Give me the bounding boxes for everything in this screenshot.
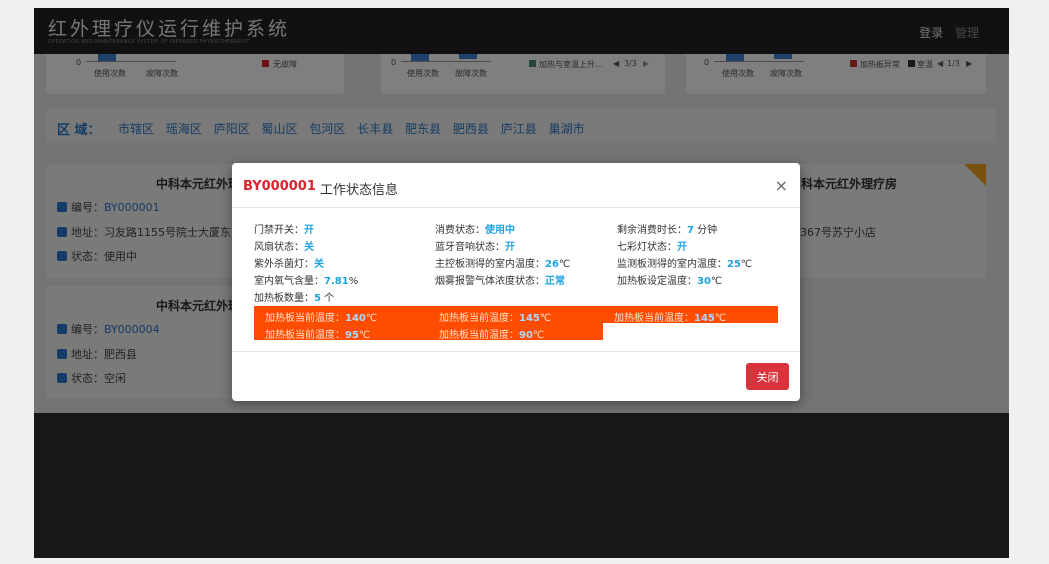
- field-rgb-light: 七彩灯状态：开: [617, 242, 687, 253]
- field-heater-count: 加热板数量：5 个: [254, 293, 335, 304]
- heater-temp-row-1: 加热板当前温度：140℃ 加热板当前温度：145℃ 加热板当前温度：145℃: [254, 306, 778, 324]
- field-oxygen: 室内氧气含量：7.81%: [254, 276, 359, 287]
- field-bluetooth: 蓝牙音响状态：开: [435, 242, 515, 253]
- field-smoke-alarm: 烟雾报警气体浓度状态：正常: [435, 276, 565, 287]
- close-button[interactable]: 关闭: [746, 363, 789, 390]
- heater-temp-3: 加热板当前温度：145℃: [614, 313, 727, 324]
- field-door: 门禁开关：开: [254, 225, 314, 236]
- field-uv-lamp: 紫外杀菌灯：关: [254, 259, 324, 270]
- modal-device-code: BY000001: [243, 179, 316, 194]
- heater-temp-1: 加热板当前温度：140℃: [265, 313, 378, 324]
- field-set-temp: 加热板设定温度：30℃: [617, 276, 723, 287]
- heater-temp-2: 加热板当前温度：145℃: [439, 313, 552, 324]
- field-remain: 剩余消费时长：7 分钟: [617, 225, 718, 236]
- field-fan: 风扇状态：关: [254, 242, 314, 253]
- field-monitor-board-temp: 监测板测得的室内温度：25℃: [617, 259, 753, 270]
- modal-footer-divider: [232, 351, 800, 352]
- close-icon[interactable]: ×: [775, 176, 788, 195]
- field-main-board-temp: 主控板测得的室内温度：26℃: [435, 259, 571, 270]
- heater-temp-4: 加热板当前温度：95℃: [265, 330, 371, 341]
- status-modal: BY000001 工作状态信息 × 门禁开关：开 消费状态：使用中 剩余消费时长…: [232, 163, 800, 401]
- heater-temp-5: 加热板当前温度：90℃: [439, 330, 545, 341]
- field-consume: 消费状态：使用中: [435, 225, 515, 236]
- heater-temp-row-2: 加热板当前温度：95℃ 加热板当前温度：90℃: [254, 323, 603, 341]
- modal-title: 工作状态信息: [320, 183, 399, 198]
- modal-header: BY000001 工作状态信息 ×: [232, 163, 800, 208]
